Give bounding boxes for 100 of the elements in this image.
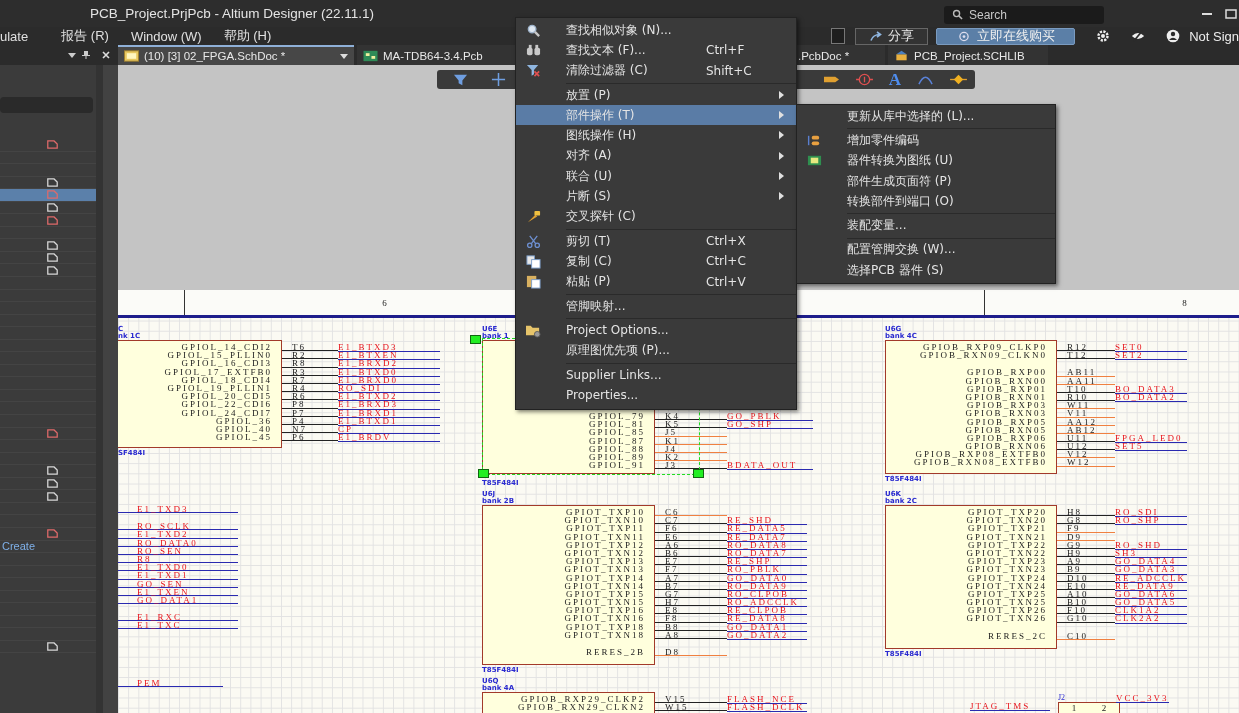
- pin-number: V12: [1057, 450, 1115, 459]
- pin-number: G9: [1057, 540, 1115, 549]
- net-label: CLK1A2: [1115, 606, 1187, 616]
- pin-number: A6: [655, 540, 727, 549]
- net-label: BO_DATA3: [1115, 384, 1187, 394]
- net-label: RO_SEN: [118, 546, 238, 555]
- net-label: E1_BTXD0: [338, 367, 440, 377]
- net-label: GO_DATA4: [1115, 557, 1187, 567]
- pin-name: GPIOT_TXP20: [968, 507, 1047, 517]
- pin-name: GPIOT_TXP10: [566, 507, 645, 517]
- pin-number: D10: [1057, 573, 1115, 582]
- pin-name: GPIOT_TXP22: [968, 539, 1047, 550]
- pin-name: GPIOB_RXP03: [967, 400, 1047, 411]
- net-label: SH3: [1115, 548, 1187, 559]
- net-label: BO_DATA2: [1115, 392, 1187, 403]
- pin-name: GPIOL_36: [216, 415, 272, 426]
- pin-name: GPIOL_22_CDI6: [181, 399, 272, 410]
- shortcut-label: Shift+C: [706, 63, 752, 78]
- pin-name: GPIOT_TXP13: [566, 556, 645, 567]
- net-label: JTAG_TMS: [970, 702, 1050, 712]
- net-label: R8: [118, 554, 238, 564]
- net-label: E1_TXD3: [118, 505, 238, 514]
- net-label: RO_SCLK: [118, 522, 238, 531]
- net-label: RO_DATA8: [727, 540, 807, 550]
- pin-name: GPIOL_17_EXTFB0: [164, 366, 272, 377]
- net-label: FLASH_NCE: [727, 695, 807, 705]
- pin-number: R6: [282, 392, 338, 401]
- net-label: E1_TXD2: [118, 530, 238, 539]
- pin-name: RERES_2C: [988, 630, 1047, 641]
- shortcut-label: Ctrl+C: [706, 254, 746, 269]
- pin-number: K1: [655, 436, 727, 445]
- pin-name: GPIOT_TXN23: [966, 564, 1047, 575]
- pin-number: H7: [655, 598, 727, 607]
- shortcut-label: Ctrl+V: [706, 274, 746, 289]
- net-label: RO_DATA0: [118, 538, 238, 547]
- pin-name: GPIOT_TXP23: [968, 556, 1047, 567]
- net-label: SET0: [1115, 343, 1187, 353]
- pin-number: K2: [655, 452, 727, 462]
- pin-name: GPIOT_TXN11: [564, 531, 645, 542]
- pin-number: W11: [1057, 401, 1115, 410]
- pin-number: AB12: [1057, 425, 1115, 434]
- net-label: E1_TXD1: [118, 571, 238, 580]
- pin-name: GPIOL_16_CDI3: [181, 358, 272, 369]
- pin-number: T12: [1057, 351, 1115, 360]
- net-label: E1_BTXEN: [338, 351, 440, 361]
- pin-name: GPIOL_18_CDI4: [181, 374, 272, 385]
- pin-name: GPIOL_40: [216, 423, 272, 434]
- pin-number: A9: [1057, 557, 1115, 566]
- pin-number: E8: [655, 606, 727, 615]
- pin-name: GPIOB_RXN00: [965, 375, 1047, 386]
- net-label: CP: [338, 424, 440, 435]
- pin-name: GPIOL_24_CDI7: [181, 407, 272, 418]
- net-label: E1_BRXD0: [338, 375, 440, 385]
- pin-name: GPIOB_RXN09_CLKN0: [920, 350, 1047, 361]
- net-label: BDATA_OUT: [727, 461, 813, 471]
- pin-name: GPIOT_TXP15: [566, 588, 645, 599]
- pin-number: B7: [655, 581, 727, 590]
- pin-number: A7: [655, 573, 727, 582]
- pin-number: B8: [655, 622, 727, 631]
- net-label: GO_DATA5: [1115, 598, 1187, 608]
- net-label: RO_PBLK: [727, 565, 807, 575]
- pin-name: GPIOB_RXN03: [965, 408, 1047, 419]
- pin-number: T10: [1057, 384, 1115, 393]
- pin-name: GPIOT_TXN21: [966, 531, 1047, 542]
- pin-number: R10: [1057, 392, 1115, 402]
- pin-number: AA12: [1057, 417, 1115, 426]
- pin-number: R12: [1057, 343, 1115, 352]
- pin-number: G7: [655, 589, 727, 599]
- pin-name: GPIOB_RXP00: [967, 367, 1047, 378]
- pin-name: GPIOL_85: [589, 427, 645, 438]
- net-label: E1_TXD0: [118, 563, 238, 572]
- net-label: RO_DATA7: [727, 548, 807, 559]
- net-label: GO_DATA2: [727, 630, 807, 640]
- pin-number: K4: [655, 412, 727, 421]
- net-label: GO_SEN: [118, 579, 238, 588]
- net-label: E1_BRDV: [338, 433, 440, 443]
- net-label: E1_BRXD3: [338, 400, 440, 410]
- net-label: PEM: [118, 679, 223, 688]
- net-label: GO_DATA3: [1115, 565, 1187, 575]
- net-label: GO_DATA1: [727, 622, 807, 632]
- net-label: E1_BRXD1: [338, 408, 440, 418]
- pin-number: D9: [1057, 532, 1115, 541]
- pin-number: F7: [655, 565, 727, 574]
- pin-number: 1: [1071, 703, 1077, 713]
- net-label: GO_SHP: [727, 420, 813, 430]
- pin-number: H8: [1057, 508, 1115, 517]
- pin-number: J5: [655, 428, 727, 437]
- net-label: RE_DATA9: [1115, 581, 1187, 591]
- pin-number: V15: [655, 695, 727, 704]
- pin-name: GPIOT_TXP18: [566, 621, 645, 632]
- pin-number: F10: [1057, 606, 1115, 615]
- pin-number: R8: [282, 359, 338, 368]
- net-label: RO_ADCCLK: [727, 598, 807, 608]
- pin-name: GPIOB_RXP05: [967, 416, 1047, 427]
- pin-name: GPIOL_15_PLLIN0: [167, 350, 272, 361]
- pin-name: GPIOT_TXP24: [968, 572, 1047, 583]
- pin-name: GPIOT_TXN25: [966, 597, 1047, 608]
- pin-number: F8: [655, 614, 727, 623]
- pin-name: GPIOT_TXN22: [966, 547, 1047, 558]
- pin-name: GPIOT_TXP21: [968, 523, 1047, 534]
